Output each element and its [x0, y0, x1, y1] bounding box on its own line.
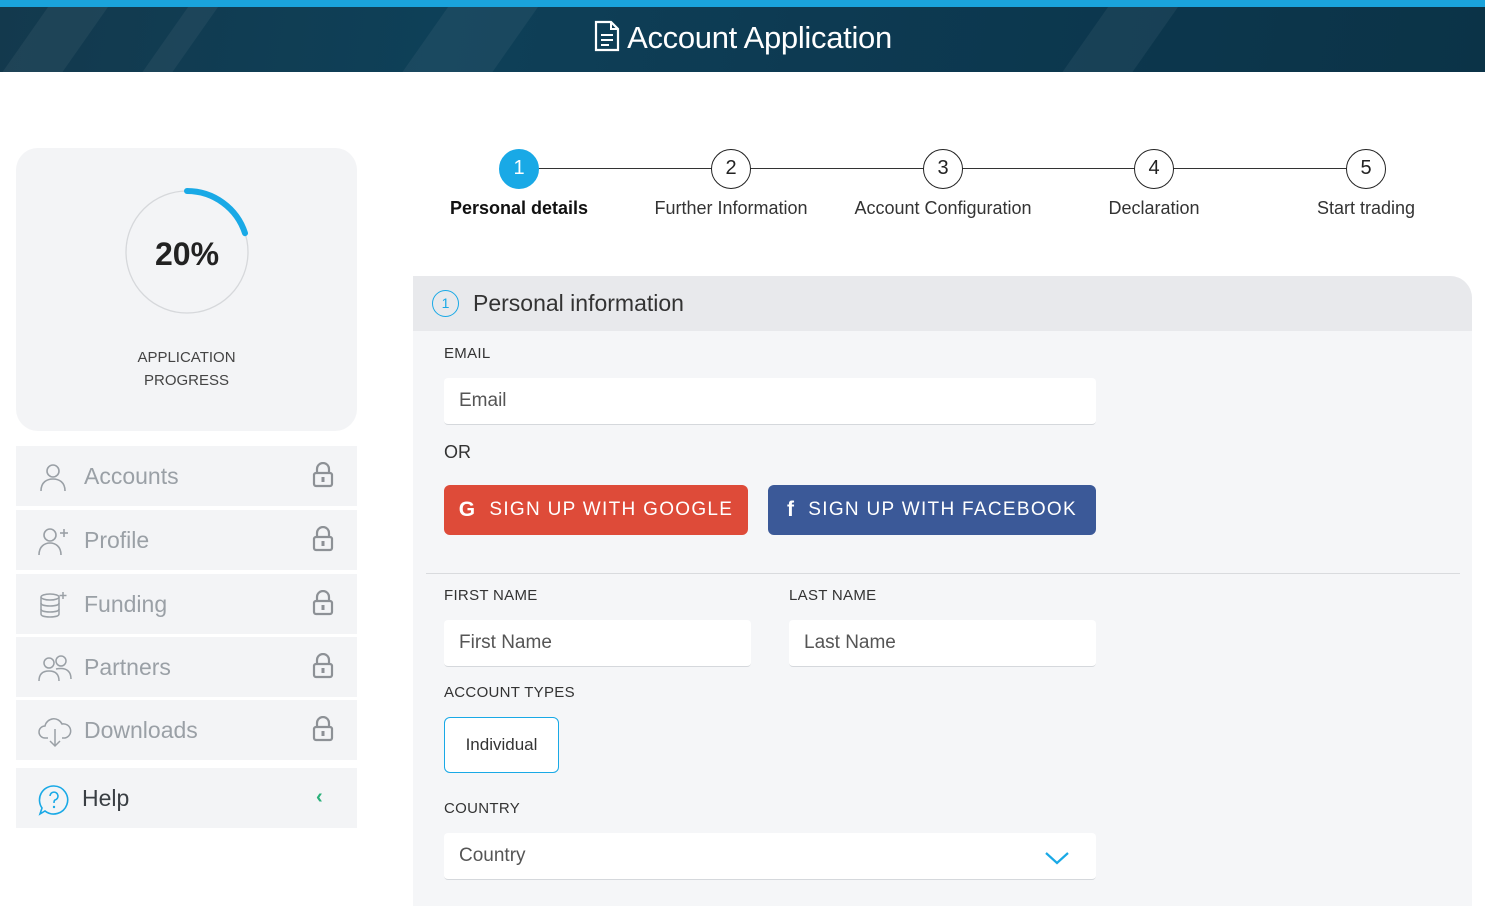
lock-icon — [312, 653, 334, 679]
first-name-field[interactable] — [444, 620, 751, 667]
lock-icon — [312, 716, 334, 742]
page-title: Account Application — [627, 20, 892, 55]
user-plus-icon — [38, 528, 68, 556]
document-icon — [594, 20, 620, 52]
sidebar-item-accounts[interactable]: Accounts — [16, 446, 357, 506]
progress-label-line1: APPLICATION — [137, 349, 236, 366]
progress-label: APPLICATION PROGRESS — [16, 346, 357, 392]
sidebar-item-help[interactable]: Help ‹ — [16, 768, 357, 828]
sidebar-item-label: Help — [82, 785, 130, 811]
step-number: 5 — [1346, 149, 1386, 189]
sidebar-item-profile[interactable]: Profile — [16, 510, 357, 570]
users-icon — [38, 655, 72, 682]
first-name-label: FIRST NAME — [444, 587, 538, 604]
sidebar-item-label: Accounts — [84, 463, 179, 489]
step-start-trading[interactable]: 5 Start trading — [1261, 149, 1471, 219]
sidebar-item-label: Funding — [84, 591, 168, 617]
panel-header: 1 Personal information — [413, 276, 1472, 331]
step-number: 4 — [1134, 149, 1174, 189]
step-personal-details[interactable]: 1 Personal details — [414, 149, 624, 219]
account-type-individual[interactable]: Individual — [444, 717, 559, 773]
last-name-field[interactable] — [789, 620, 1096, 667]
facebook-signup-label: SIGN UP WITH FACEBOOK — [808, 499, 1077, 520]
section-title: Personal information — [473, 290, 684, 316]
country-select[interactable]: Country — [444, 833, 1096, 880]
progress-card: 20% APPLICATION PROGRESS — [16, 148, 357, 431]
country-select-value: Country — [459, 845, 526, 866]
sidebar-item-downloads[interactable]: Downloads — [16, 700, 357, 760]
email-field[interactable] — [444, 378, 1096, 425]
sidebar-item-funding[interactable]: Funding — [16, 574, 357, 634]
step-label: Account Configuration — [854, 198, 1032, 218]
personal-info-panel: 1 Personal information — [413, 276, 1472, 906]
lock-icon — [312, 462, 334, 488]
google-signup-label: SIGN UP WITH GOOGLE — [489, 499, 734, 520]
header-title-wrap: Account Application — [0, 20, 1485, 56]
chevron-left-icon[interactable]: ‹ — [316, 786, 323, 809]
sidebar-item-partners[interactable]: Partners — [16, 637, 357, 697]
progress-label-line2: PROGRESS — [143, 372, 230, 389]
step-label: Start trading — [1316, 198, 1416, 218]
email-label: EMAIL — [444, 345, 491, 362]
sidebar-item-label: Profile — [84, 527, 150, 553]
progress-value: 20% — [154, 236, 220, 272]
last-name-label: LAST NAME — [789, 587, 877, 604]
facebook-icon: f — [786, 498, 796, 521]
user-icon — [40, 464, 66, 492]
lock-icon — [312, 526, 334, 552]
google-signup-button[interactable]: G SIGN UP WITH GOOGLE — [444, 485, 748, 535]
step-label: Declaration — [1108, 198, 1200, 218]
cloud-download-icon — [38, 718, 72, 748]
section-divider — [426, 573, 1460, 574]
section-number: 1 — [432, 290, 459, 317]
coins-icon — [40, 592, 67, 618]
lock-icon — [312, 590, 334, 616]
step-number: 1 — [499, 149, 539, 189]
step-declaration[interactable]: 4 Declaration — [1049, 149, 1259, 219]
step-account-configuration[interactable]: 3 Account Configuration — [838, 149, 1048, 219]
step-number: 2 — [711, 149, 751, 189]
or-text: OR — [444, 442, 471, 462]
step-further-information[interactable]: 2 Further Information — [626, 149, 836, 219]
account-types-label: ACCOUNT TYPES — [444, 684, 575, 701]
step-label: Personal details — [449, 198, 589, 218]
sidebar-item-label: Downloads — [84, 717, 198, 743]
facebook-signup-button[interactable]: f SIGN UP WITH FACEBOOK — [768, 485, 1096, 535]
app-header: Account Application — [0, 0, 1485, 72]
country-label: COUNTRY — [444, 800, 520, 817]
sidebar-item-label: Partners — [84, 654, 171, 680]
step-label: Further Information — [654, 198, 808, 218]
step-number: 3 — [923, 149, 963, 189]
help-chat-icon — [38, 785, 69, 816]
google-icon: G — [458, 498, 477, 521]
chevron-down-icon — [1045, 852, 1069, 865]
